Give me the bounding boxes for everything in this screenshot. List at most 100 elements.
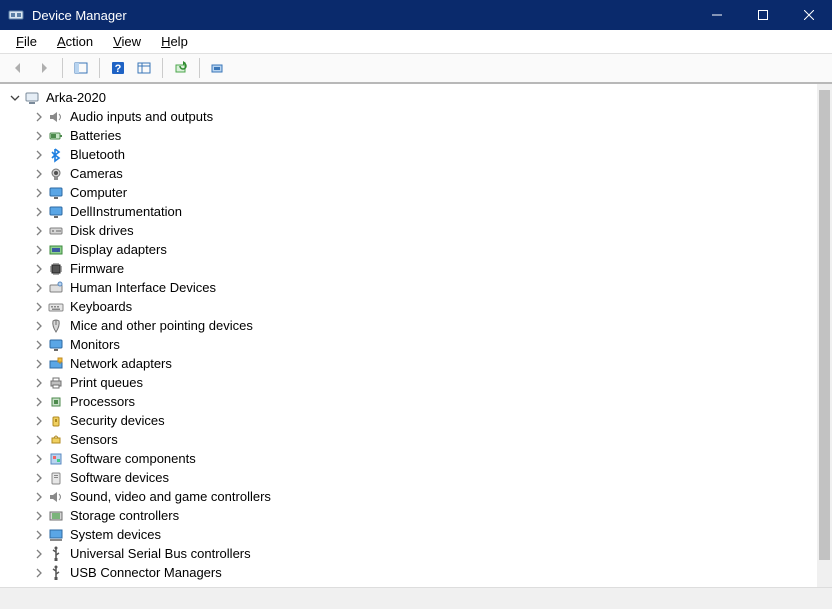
close-button[interactable] <box>786 0 832 30</box>
tree-item[interactable]: Sensors <box>4 430 832 449</box>
tree-item[interactable]: Software components <box>4 449 832 468</box>
monitor-icon <box>48 204 64 220</box>
cpu-icon <box>48 394 64 410</box>
tree-item-label: Network adapters <box>70 354 180 373</box>
chevron-right-icon[interactable] <box>32 205 46 219</box>
chevron-right-icon[interactable] <box>32 357 46 371</box>
tree-item-label: DellInstrumentation <box>70 202 190 221</box>
tree-item[interactable]: Monitors <box>4 335 832 354</box>
menu-help[interactable]: Help <box>151 32 198 51</box>
scrollbar-thumb[interactable] <box>819 90 830 560</box>
tree-item-label: Computer <box>70 183 135 202</box>
tree-item[interactable]: Print queues <box>4 373 832 392</box>
chevron-right-icon[interactable] <box>32 281 46 295</box>
chevron-right-icon[interactable] <box>32 262 46 276</box>
chevron-right-icon[interactable] <box>32 509 46 523</box>
tree-item[interactable]: Sound, video and game controllers <box>4 487 832 506</box>
chevron-right-icon[interactable] <box>32 129 46 143</box>
chevron-right-icon[interactable] <box>32 547 46 561</box>
tree-item-label: Cameras <box>70 164 131 183</box>
tree-root-label: Arka-2020 <box>46 88 114 107</box>
sensor-icon <box>48 432 64 448</box>
tree-item-label: Keyboards <box>70 297 140 316</box>
tree-item[interactable]: Storage controllers <box>4 506 832 525</box>
device-tree[interactable]: Arka-2020Audio inputs and outputsBatteri… <box>0 84 832 587</box>
chevron-right-icon[interactable] <box>32 186 46 200</box>
chevron-right-icon[interactable] <box>32 243 46 257</box>
tree-item[interactable]: Bluetooth <box>4 145 832 164</box>
tree-item[interactable]: Display adapters <box>4 240 832 259</box>
chevron-right-icon[interactable] <box>32 319 46 333</box>
status-strip <box>0 587 832 609</box>
tree-item[interactable]: Audio inputs and outputs <box>4 107 832 126</box>
tree-item[interactable]: Batteries <box>4 126 832 145</box>
network-icon <box>48 356 64 372</box>
disk-icon <box>48 223 64 239</box>
tree-item[interactable]: USB Connector Managers <box>4 563 832 582</box>
toolbar-help-button[interactable]: ? <box>106 57 130 79</box>
hid-icon <box>48 280 64 296</box>
chevron-right-icon[interactable] <box>32 566 46 580</box>
tree-item[interactable]: Keyboards <box>4 297 832 316</box>
tree-item[interactable]: System devices <box>4 525 832 544</box>
vertical-scrollbar[interactable] <box>817 84 832 587</box>
tree-item[interactable]: Disk drives <box>4 221 832 240</box>
printer-icon <box>48 375 64 391</box>
tree-item[interactable]: Human Interface Devices <box>4 278 832 297</box>
tree-item-label: Software components <box>70 449 204 468</box>
tree-item[interactable]: Mice and other pointing devices <box>4 316 832 335</box>
chevron-right-icon[interactable] <box>32 490 46 504</box>
maximize-button[interactable] <box>740 0 786 30</box>
toolbar: ? <box>0 54 832 84</box>
chevron-right-icon[interactable] <box>32 452 46 466</box>
content-area: Arka-2020Audio inputs and outputsBatteri… <box>0 84 832 587</box>
camera-icon <box>48 166 64 182</box>
tree-item[interactable]: Universal Serial Bus controllers <box>4 544 832 563</box>
toolbar-forward-button[interactable] <box>32 57 56 79</box>
chevron-right-icon[interactable] <box>32 110 46 124</box>
chevron-right-icon[interactable] <box>32 414 46 428</box>
toolbar-back-button[interactable] <box>6 57 30 79</box>
system-icon <box>48 527 64 543</box>
window-title: Device Manager <box>32 8 127 23</box>
chevron-right-icon[interactable] <box>32 167 46 181</box>
tree-item[interactable]: DellInstrumentation <box>4 202 832 221</box>
tree-item[interactable]: Computer <box>4 183 832 202</box>
chevron-right-icon[interactable] <box>32 376 46 390</box>
tree-item[interactable]: Software devices <box>4 468 832 487</box>
menu-file[interactable]: File <box>6 32 47 51</box>
tree-item[interactable]: Processors <box>4 392 832 411</box>
tree-item[interactable]: Security devices <box>4 411 832 430</box>
chevron-right-icon[interactable] <box>32 338 46 352</box>
tree-item[interactable]: Firmware <box>4 259 832 278</box>
bluetooth-icon <box>48 147 64 163</box>
chevron-right-icon[interactable] <box>32 224 46 238</box>
titlebar[interactable]: Device Manager <box>0 0 832 30</box>
toolbar-add-legacy-button[interactable] <box>206 57 230 79</box>
keyboard-icon <box>48 299 64 315</box>
toolbar-showhide-button[interactable] <box>69 57 93 79</box>
tree-root[interactable]: Arka-2020 <box>4 88 832 107</box>
minimize-button[interactable] <box>694 0 740 30</box>
usb-icon <box>48 546 64 562</box>
chevron-right-icon[interactable] <box>32 471 46 485</box>
chip-icon <box>48 261 64 277</box>
software-dev-icon <box>48 470 64 486</box>
chevron-down-icon[interactable] <box>8 91 22 105</box>
chevron-right-icon[interactable] <box>32 528 46 542</box>
menu-view[interactable]: View <box>103 32 151 51</box>
chevron-right-icon[interactable] <box>32 433 46 447</box>
tree-item-label: Universal Serial Bus controllers <box>70 544 259 563</box>
computer-icon <box>24 90 40 106</box>
tree-item[interactable]: Network adapters <box>4 354 832 373</box>
tree-item[interactable]: Cameras <box>4 164 832 183</box>
chevron-right-icon[interactable] <box>32 395 46 409</box>
tree-item-label: USB Connector Managers <box>70 563 230 582</box>
menu-action[interactable]: Action <box>47 32 103 51</box>
speaker-icon <box>48 109 64 125</box>
app-icon <box>8 7 24 23</box>
chevron-right-icon[interactable] <box>32 148 46 162</box>
toolbar-properties-button[interactable] <box>132 57 156 79</box>
toolbar-scan-button[interactable] <box>169 57 193 79</box>
chevron-right-icon[interactable] <box>32 300 46 314</box>
